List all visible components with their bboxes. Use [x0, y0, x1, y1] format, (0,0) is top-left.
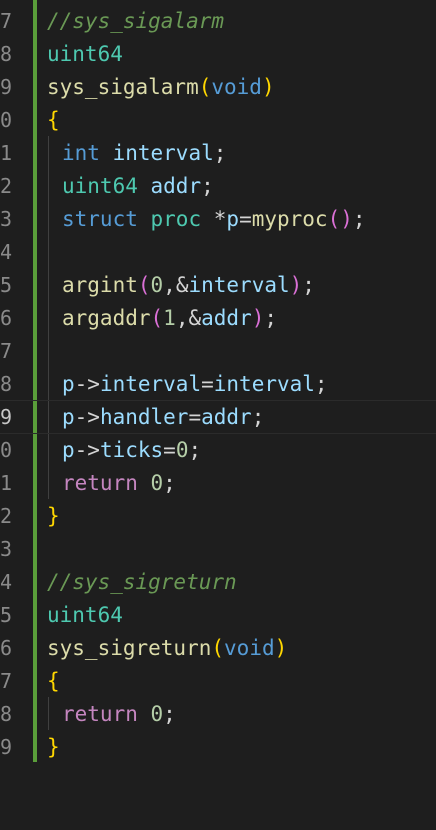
- field: ticks: [99, 438, 164, 462]
- keyword: void: [211, 75, 262, 99]
- code-line[interactable]: uint64: [0, 38, 436, 71]
- code-line[interactable]: return 0;: [0, 467, 436, 500]
- comma: ,: [175, 306, 189, 330]
- number: 0: [150, 273, 164, 297]
- code-line[interactable]: {: [0, 104, 436, 137]
- operator: ->: [74, 372, 100, 396]
- code-line[interactable]: [0, 533, 436, 566]
- code-line[interactable]: uint64: [0, 599, 436, 632]
- code-line[interactable]: int interval;: [0, 137, 436, 170]
- code-line[interactable]: struct proc *p=myproc();: [0, 203, 436, 236]
- bracket: ): [289, 273, 303, 297]
- variable: p: [62, 372, 75, 396]
- code-line[interactable]: //sys_sigalarm: [0, 5, 436, 38]
- semicolon: ;: [352, 207, 366, 231]
- function-call: argint: [62, 273, 138, 297]
- semicolon: ;: [201, 174, 214, 198]
- keyword: int: [62, 141, 100, 165]
- brace: }: [47, 504, 60, 528]
- brace: {: [47, 108, 60, 132]
- code-line[interactable]: //sys_sigreturn: [0, 566, 436, 599]
- variable: addr: [201, 405, 252, 429]
- code-line[interactable]: {: [0, 665, 436, 698]
- operator: =: [163, 438, 176, 462]
- type: proc: [150, 207, 202, 231]
- semicolon: ;: [314, 372, 328, 396]
- code-line[interactable]: uint64 addr;: [0, 170, 436, 203]
- number: 0: [175, 438, 189, 462]
- operator: =: [188, 405, 202, 429]
- bracket: (: [150, 306, 164, 330]
- variable: interval: [213, 372, 315, 396]
- keyword: void: [224, 636, 275, 660]
- bracket: (): [327, 207, 353, 231]
- number: 0: [150, 471, 164, 495]
- keyword: struct: [62, 207, 138, 231]
- variable: addr: [201, 306, 252, 330]
- function-call: argaddr: [62, 306, 151, 330]
- bracket: ): [274, 636, 288, 660]
- function-call: myproc: [251, 207, 328, 231]
- semicolon: ;: [163, 471, 176, 495]
- comment: //sys_sigalarm: [47, 9, 225, 33]
- operator: &: [188, 306, 202, 330]
- bracket: ): [251, 306, 265, 330]
- variable: interval: [188, 273, 290, 297]
- semicolon: ;: [251, 405, 265, 429]
- code-line[interactable]: p->interval=interval;: [0, 368, 436, 401]
- bracket: ): [261, 75, 275, 99]
- semicolon: ;: [188, 438, 202, 462]
- variable: addr: [150, 174, 202, 198]
- operator: ->: [74, 405, 100, 429]
- code-line[interactable]: }: [0, 731, 436, 764]
- code-line[interactable]: argaddr(1,&addr);: [0, 302, 436, 335]
- bracket: (: [198, 75, 212, 99]
- bracket: (: [211, 636, 225, 660]
- code-line[interactable]: sys_sigreturn(void): [0, 632, 436, 665]
- variable: p: [62, 438, 75, 462]
- return-type: uint64: [47, 603, 123, 627]
- field: interval: [99, 372, 202, 396]
- brace: }: [47, 735, 60, 759]
- code-line[interactable]: }: [0, 500, 436, 533]
- operator: =: [239, 207, 252, 231]
- code-line[interactable]: argint(0,&interval);: [0, 269, 436, 302]
- comma: ,: [163, 273, 176, 297]
- semicolon: ;: [264, 306, 278, 330]
- semicolon: ;: [163, 702, 176, 726]
- operator: *: [213, 207, 227, 231]
- comment: //sys_sigreturn: [47, 570, 237, 594]
- return-type: uint64: [47, 42, 123, 66]
- variable: p: [226, 207, 240, 231]
- code-line[interactable]: [0, 236, 436, 269]
- operator: &: [175, 273, 189, 297]
- semicolon: ;: [213, 141, 227, 165]
- code-line[interactable]: return 0;: [0, 698, 436, 731]
- code-editor[interactable]: 7 8 9 0 1 2 3 4 5 6 7 8 9 0 1 2 3 4 5 6 …: [0, 0, 436, 790]
- code-line[interactable]: [0, 335, 436, 368]
- operator: =: [201, 372, 214, 396]
- code-line[interactable]: sys_sigalarm(void): [0, 71, 436, 104]
- function-name: sys_sigalarm: [47, 75, 199, 99]
- number: 0: [150, 702, 164, 726]
- bracket: (: [137, 273, 151, 297]
- function-name: sys_sigreturn: [47, 636, 212, 660]
- operator: ->: [74, 438, 100, 462]
- code-line[interactable]: p->ticks=0;: [0, 434, 436, 467]
- variable: p: [62, 405, 75, 429]
- field: handler: [99, 405, 189, 429]
- variable: interval: [112, 141, 214, 165]
- code-line-current[interactable]: p->handler=addr;: [0, 400, 436, 434]
- type: uint64: [62, 174, 138, 198]
- keyword: return: [62, 471, 138, 495]
- semicolon: ;: [302, 273, 315, 297]
- keyword: return: [62, 702, 138, 726]
- brace: {: [47, 669, 60, 693]
- number: 1: [163, 306, 176, 330]
